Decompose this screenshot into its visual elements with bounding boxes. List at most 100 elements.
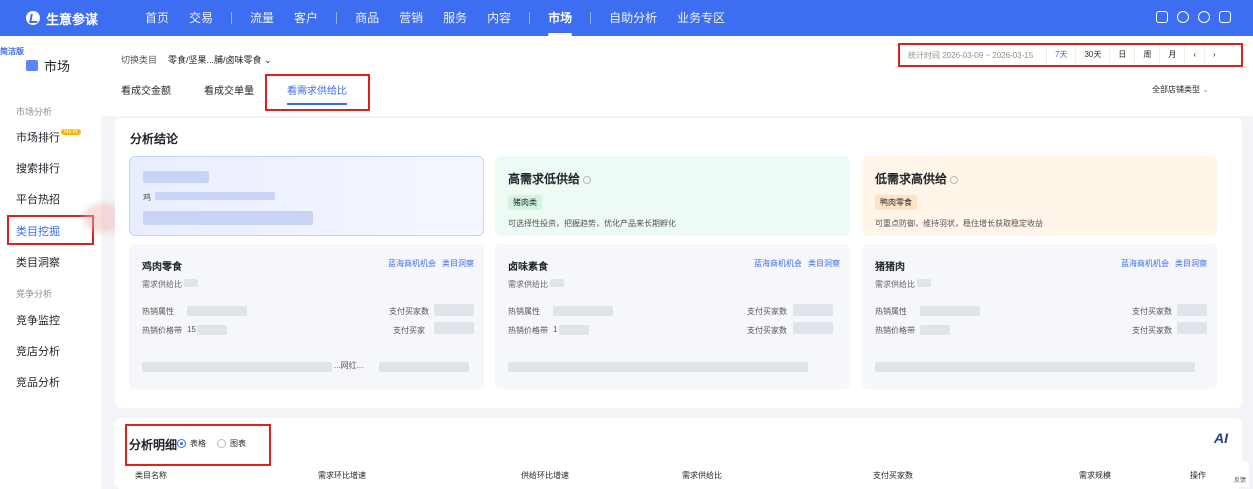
date-range-text: 统计时间 2026-03-09 ~ 2026-03-15 bbox=[908, 50, 1034, 60]
card-title: 高需求低供给 bbox=[508, 170, 837, 187]
nav-item-marketing[interactable]: 营销 bbox=[389, 0, 433, 36]
blurred-text bbox=[793, 322, 833, 334]
period-30d-button[interactable]: 30天 bbox=[1075, 46, 1109, 64]
category-selector[interactable]: 零食/坚果...脯/卤味零食 ⌄ bbox=[168, 53, 272, 66]
info-icon[interactable] bbox=[950, 175, 959, 184]
blurred-text bbox=[508, 362, 808, 372]
tab-deal-amount[interactable]: 看成交金额 bbox=[121, 82, 171, 97]
ai-assistant-button[interactable]: AI bbox=[1214, 430, 1228, 446]
nav-item-traffic[interactable]: 流量 bbox=[240, 0, 284, 36]
category-detail-card: 猪猪肉 蓝海商机机会 类目洞察 需求供给比 热销属性 热销价格带 支付买家数 支付… bbox=[862, 244, 1217, 389]
radio-dot bbox=[177, 439, 186, 448]
sidebar-item-platform-hot[interactable]: 平台热招 bbox=[16, 191, 60, 207]
info-icon[interactable] bbox=[583, 175, 592, 184]
card-recommended[interactable]: 鸡 bbox=[129, 156, 484, 236]
period-7d-button[interactable]: 7天 bbox=[1046, 46, 1075, 64]
card-blue-prefix: 鸡 bbox=[143, 193, 151, 202]
sidebar-item-category-insight[interactable]: 类目洞察 bbox=[16, 254, 60, 270]
blurred-text bbox=[550, 279, 565, 287]
switch-category-label: 切换类目 bbox=[121, 55, 158, 65]
ratio-label-text: 需求供给比 bbox=[142, 280, 182, 289]
view-table-radio[interactable]: 表格 bbox=[177, 438, 206, 449]
category-tag: 鸭肉零食 bbox=[875, 195, 917, 210]
user-icon[interactable] bbox=[1177, 11, 1189, 23]
chevron-right-icon[interactable]: › bbox=[1204, 46, 1224, 64]
top-nav-bar: 生意参谋 首页 交易 流量 客户 商品 营销 服务 内容 市场 自助分析 业务专… bbox=[0, 0, 1253, 36]
sidebar-item-search-rank[interactable]: 搜索排行 bbox=[16, 160, 60, 176]
category-insight-link[interactable]: 类目洞察 bbox=[808, 259, 840, 268]
sidebar-item-competition-monitor[interactable]: 竞争监控 bbox=[16, 312, 60, 328]
blurred-text bbox=[1177, 304, 1207, 316]
nav-item-service[interactable]: 服务 bbox=[433, 0, 477, 36]
simple-version-tag[interactable]: 简洁版 bbox=[0, 46, 24, 57]
nav-item-customer[interactable]: 客户 bbox=[284, 0, 328, 36]
card-links: 蓝海商机机会 类目洞察 bbox=[382, 258, 474, 269]
sidebar-item-label: 市场排行 bbox=[16, 132, 60, 144]
column-header-supply-growth[interactable]: 供给环比增速 bbox=[521, 470, 569, 481]
highlight-box-sidebar bbox=[7, 215, 94, 245]
column-header-demand-size[interactable]: 需求规模 bbox=[1079, 470, 1111, 481]
ratio-label-text: 需求供给比 bbox=[508, 280, 548, 289]
analysis-conclusion-panel: 分析结论 鸡 高需求低供给 猪肉类 可选择性投资，把握趋势，优化产品来长期孵化 … bbox=[115, 118, 1242, 408]
blurred-text bbox=[1177, 322, 1207, 334]
blurred-text bbox=[559, 325, 589, 335]
sidebar-item-shop-analysis[interactable]: 竞店分析 bbox=[16, 343, 60, 359]
blurred-text bbox=[917, 279, 932, 287]
price-band-value: 1 bbox=[553, 325, 558, 334]
sidebar-item-product-analysis[interactable]: 竞品分析 bbox=[16, 374, 60, 390]
blurred-text bbox=[920, 306, 980, 316]
view-chart-radio[interactable]: 图表 bbox=[217, 438, 246, 449]
buyer-label: 支付买家 bbox=[393, 326, 425, 335]
blurred-text bbox=[142, 362, 332, 372]
nav-item-content[interactable]: 内容 bbox=[477, 0, 521, 36]
period-day-button[interactable]: 日 bbox=[1109, 46, 1134, 64]
nav-item-business-zone[interactable]: 业务专区 bbox=[667, 0, 735, 36]
detail-title: 分析明细 bbox=[129, 438, 178, 452]
column-header-category: 类目名称 bbox=[135, 471, 167, 480]
period-week-button[interactable]: 周 bbox=[1134, 46, 1159, 64]
nav-item-home[interactable]: 首页 bbox=[130, 0, 179, 36]
message-icon[interactable] bbox=[1156, 11, 1168, 23]
category-detail-card: 卤味素食 蓝海商机机会 类目洞察 需求供给比 热销属性 热销价格带 1 支付买家数… bbox=[495, 244, 850, 389]
analysis-detail-panel: 分析明细 表格 图表 AI 类目名称 需求环比增速 供给环比增速 需求供给比 支… bbox=[115, 418, 1242, 489]
period-month-button[interactable]: 月 bbox=[1159, 46, 1184, 64]
nav-item-trade[interactable]: 交易 bbox=[179, 0, 223, 36]
blurred-text bbox=[553, 306, 613, 316]
brand[interactable]: 生意参谋 bbox=[0, 9, 130, 28]
nav-item-goods[interactable]: 商品 bbox=[345, 0, 389, 36]
sidebar-item-market-rank[interactable]: 市场排行 NEW bbox=[16, 129, 81, 145]
buyer-label: 支付买家数 bbox=[747, 326, 787, 335]
blue-ocean-link[interactable]: 蓝海商机机会 bbox=[754, 259, 802, 268]
logout-icon[interactable] bbox=[1219, 11, 1231, 23]
blurred-text bbox=[155, 192, 275, 200]
brand-name: 生意参谋 bbox=[46, 11, 99, 27]
blue-ocean-link[interactable]: 蓝海商机机会 bbox=[1121, 259, 1169, 268]
card-links: 蓝海商机机会 类目洞察 bbox=[1115, 258, 1207, 269]
card-high-demand-low-supply[interactable]: 高需求低供给 猪肉类 可选择性投资，把握趋势，优化产品来长期孵化 bbox=[495, 156, 850, 236]
feedback-button[interactable]: 反馈 bbox=[1231, 461, 1249, 487]
card-low-demand-high-supply[interactable]: 低需求高供给 鸭肉零食 可重点防御，维持羽状，稳住增长获取稳定收益 bbox=[862, 156, 1217, 236]
radio-label: 表格 bbox=[190, 439, 206, 448]
category-insight-link[interactable]: 类目洞察 bbox=[442, 259, 474, 268]
new-badge: NEW bbox=[61, 129, 81, 135]
chevron-left-icon[interactable]: ‹ bbox=[1184, 46, 1204, 64]
help-icon[interactable] bbox=[1198, 11, 1210, 23]
ratio-label: 需求供给比 bbox=[508, 279, 837, 290]
price-band-value: 15 bbox=[187, 325, 196, 334]
price-band-label: 热销价格带 bbox=[508, 326, 548, 335]
tab-deal-count[interactable]: 看成交单量 bbox=[204, 82, 254, 97]
column-header-demand-supply-ratio[interactable]: 需求供给比 bbox=[682, 470, 722, 481]
column-header-buyers[interactable]: 支付买家数 bbox=[873, 470, 913, 481]
card-description: 可选择性投资，把握趋势，优化产品来长期孵化 bbox=[508, 219, 676, 228]
shop-type-select[interactable]: 全部店铺类型 bbox=[1152, 84, 1209, 95]
radio-label: 图表 bbox=[230, 439, 246, 448]
ratio-label: 需求供给比 bbox=[142, 279, 471, 290]
nav-item-self-analysis[interactable]: 自助分析 bbox=[599, 0, 667, 36]
hot-attr-label: 热销属性 bbox=[875, 307, 907, 316]
radio-dot bbox=[217, 439, 226, 448]
nav-item-market[interactable]: 市场 bbox=[538, 0, 582, 36]
column-header-demand-growth[interactable]: 需求环比增速 bbox=[318, 470, 366, 481]
blue-ocean-link[interactable]: 蓝海商机机会 bbox=[388, 259, 436, 268]
blurred-text bbox=[434, 304, 474, 316]
category-insight-link[interactable]: 类目洞察 bbox=[1175, 259, 1207, 268]
